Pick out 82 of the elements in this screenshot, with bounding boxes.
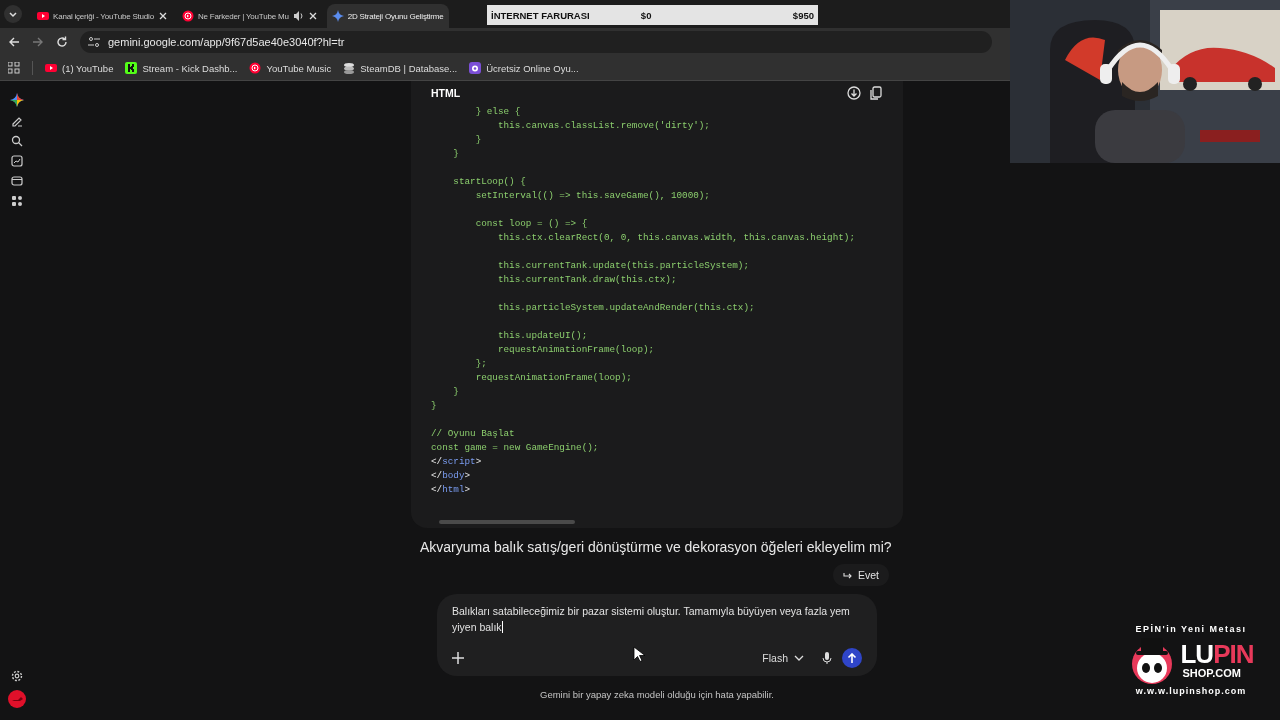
brand-name: LUPIN	[1180, 641, 1254, 667]
avatar-icon[interactable]	[8, 690, 26, 708]
forward-icon[interactable]	[32, 36, 44, 48]
bookmark[interactable]: (1) YouTube	[45, 62, 114, 74]
sparkle-icon	[331, 10, 344, 22]
code-line: this.currentTank.draw(this.ctx);	[496, 273, 677, 287]
chevron-icon	[794, 655, 804, 661]
address-bar[interactable]: gemini.google.com/app/9f67d5ae40e3040f?hl=tr	[80, 31, 992, 53]
code-line: }	[474, 133, 482, 147]
code-line: this.updateUI();	[496, 329, 588, 343]
goal-current: $0	[640, 9, 653, 21]
speaker-icon[interactable]	[292, 10, 304, 22]
code-line: const loop = () => {	[474, 217, 588, 231]
code-line: }	[452, 147, 459, 161]
code-line: };	[474, 357, 487, 371]
code-line: this.canvas.classList.remove('dirty');	[496, 119, 710, 133]
goal-label: İNTERNET FARURASI	[491, 9, 591, 21]
bookmark[interactable]: Stream - Kick Dashb...	[125, 62, 238, 74]
code-line: // Oyunu Başlat	[431, 427, 515, 441]
brand-domain: SHOP.COM	[1182, 667, 1241, 679]
back-icon[interactable]	[8, 36, 20, 48]
code-line: }	[452, 385, 459, 399]
browser-tab[interactable]: Ne Farkeder | YouTube Mu	[176, 4, 323, 28]
code-line: } else {	[474, 105, 521, 119]
code-line: </script>	[431, 455, 482, 469]
youtube-icon	[37, 10, 49, 22]
model-selector[interactable]: Flash	[762, 652, 804, 664]
browser-tab[interactable]: Kanal içeriği - YouTube Studio	[32, 4, 173, 28]
edit-icon[interactable]	[11, 115, 23, 127]
code-line: setInterval(() => this.saveGame(), 10000);	[474, 189, 710, 203]
database-icon	[343, 62, 356, 74]
scrollbar-thumb[interactable]	[439, 520, 575, 524]
code-line: this.ctx.clearRect(0, 0, this.canvas.width, this.canvas.height);	[496, 231, 855, 245]
folder-icon[interactable]	[11, 175, 23, 187]
code-line: this.currentTank.update(this.particleSystem);	[496, 259, 749, 273]
close-icon[interactable]	[157, 11, 168, 21]
download-icon[interactable]	[847, 86, 861, 100]
music-icon	[249, 62, 262, 74]
chart-icon[interactable]	[11, 155, 23, 167]
promo-url: w.w.w.lupinshop.com	[1135, 686, 1247, 696]
copy-icon[interactable]	[869, 86, 883, 100]
bookmark[interactable]: Ücretsiz Online Oyu...	[469, 62, 579, 74]
add-icon[interactable]	[452, 652, 464, 664]
search-icon[interactable]	[11, 135, 23, 147]
reply-arrow-icon	[843, 571, 852, 579]
code-line: requestAnimationFrame(loop);	[474, 371, 632, 385]
code-line: </body>	[431, 469, 471, 483]
browser-tab[interactable]: 2D Strateji Oyunu Geliştirme	[326, 4, 449, 28]
settings-icon[interactable]	[11, 670, 23, 682]
caret-icon	[8, 9, 18, 19]
tab-list-button[interactable]	[4, 5, 22, 23]
bookmark[interactable]: SteamDB | Database...	[343, 62, 458, 74]
send-button[interactable]	[842, 648, 862, 668]
prompt-field[interactable]: Balıkları satabileceğimiz bir pazar sistemi oluştur. Tamamıyla büyüyen veya fazla yem yiyen balık Flash	[437, 594, 877, 676]
code-line: this.particleSystem.updateAndRender(this.ctx);	[496, 301, 755, 315]
url-text: gemini.google.com/app/9f67d5ae40e3040f?hl=tr	[108, 36, 345, 48]
gemini-logo-icon[interactable]	[10, 93, 24, 107]
code-line: </html>	[431, 483, 471, 497]
apps-icon[interactable]	[8, 62, 20, 74]
promo-tagline: EPİN'in Yeni Metası	[1135, 624, 1247, 634]
kick-icon	[125, 62, 138, 74]
site-settings-icon[interactable]	[88, 36, 100, 48]
close-icon[interactable]	[307, 11, 318, 21]
code-line: }	[431, 399, 437, 413]
question-text: Akvaryuma balık satış/geri dönüştürme ve dekorasyon öğeleri ekleyelim mi?	[420, 538, 893, 556]
goal-target: $950	[792, 9, 814, 21]
arrow-up-icon	[847, 652, 857, 664]
cursor-icon	[633, 646, 646, 663]
reload-icon[interactable]	[56, 36, 68, 48]
code-language: HTML	[431, 87, 462, 99]
code-line: startLoop() {	[452, 175, 526, 189]
suggestion-chip[interactable]: Evet	[833, 564, 889, 586]
apps-icon[interactable]	[11, 195, 23, 207]
youtube-icon	[45, 62, 57, 74]
code-line: const game = new GameEngine();	[431, 441, 599, 455]
game-icon	[469, 62, 482, 74]
bookmark[interactable]: YouTube Music	[249, 62, 332, 74]
code-line: requestAnimationFrame(loop);	[496, 343, 655, 357]
disclaimer-text: Gemini bir yapay zeka modeli olduğu için hata yapabilir.	[539, 689, 775, 700]
microphone-icon[interactable]	[822, 652, 832, 664]
prompt-text: Balıkları satabileceğimiz bir pazar sistemi oluştur. Tamamıyla büyüyen veya fazla yem yiyen balık	[452, 605, 850, 633]
music-icon	[181, 10, 194, 22]
